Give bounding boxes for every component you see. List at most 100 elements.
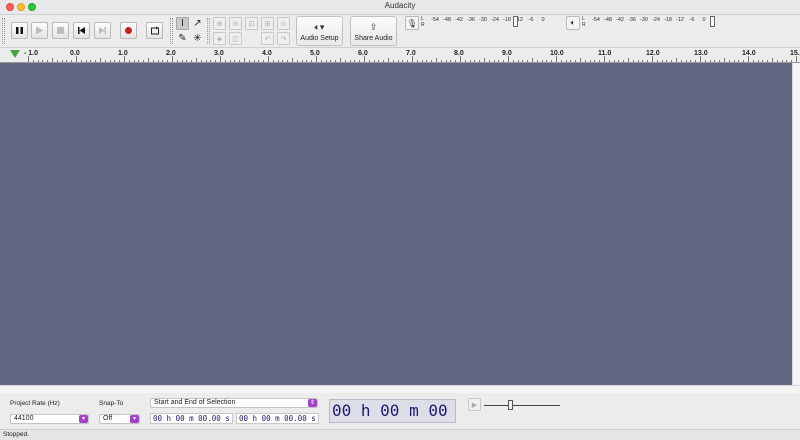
ruler-tick <box>378 60 380 62</box>
ruler-tick <box>532 58 533 62</box>
ruler-tick <box>172 56 173 62</box>
ruler-tick <box>340 58 341 62</box>
selection-end-time[interactable]: 00 h 00 m 00.00 s <box>236 413 319 424</box>
ruler-label: 15.0 <box>790 50 800 57</box>
ruler-tick <box>224 60 226 62</box>
undo-icon[interactable]: ↶ <box>261 32 274 45</box>
ruler-tick <box>541 60 543 62</box>
ruler-tick <box>786 60 788 62</box>
playback-meter-scale: -54 -48 -42 -36 -30 -24 -18 -12 -6 0 <box>590 17 710 23</box>
ruler-tick <box>306 60 308 62</box>
ruler-tick <box>460 56 461 62</box>
ruler-tick <box>743 60 745 62</box>
timeline-ruler[interactable]: - 1.0 0.0 1.0 2.0 3.0 4.0 5.0 6.0 7.0 8.0 9.0 10.0 1… <box>0 47 800 63</box>
ruler-tick <box>143 60 145 62</box>
ruler-tick <box>349 60 351 62</box>
pause-button[interactable] <box>11 22 28 39</box>
ruler-tick <box>618 60 620 62</box>
ruler-tick <box>311 60 313 62</box>
vertical-scrollbar[interactable] <box>792 63 800 385</box>
status-text: Stopped. <box>3 431 30 438</box>
ruler-tick <box>47 60 49 62</box>
skip-to-end-button[interactable] <box>94 22 111 39</box>
selection-mode-select[interactable]: Start and End of Selection ⇕ <box>150 398 318 408</box>
zoom-toggle-icon[interactable]: ⊙ <box>277 17 290 30</box>
speaker-icon[interactable]: 🔈︎ <box>566 16 580 30</box>
project-rate-label: Project Rate (Hz) <box>10 400 60 407</box>
audio-position-display[interactable]: 00 h 00 m 00 s <box>329 399 456 423</box>
meter-tick: -6 <box>528 17 534 23</box>
snap-to-label: Snap-To <box>99 400 124 407</box>
ruler-tick <box>762 60 764 62</box>
ruler-tick <box>796 56 797 62</box>
ruler-tick <box>330 60 332 62</box>
draw-tool-icon[interactable]: ✎ <box>176 32 189 45</box>
multi-tool-icon[interactable]: ✳ <box>191 32 204 45</box>
track-area[interactable] <box>0 63 792 385</box>
selection-start-time[interactable]: 00 h 00 m 00.00 s <box>150 413 233 424</box>
record-meter[interactable]: 🎙︎ L R -54 -48 -42 -36 -30 -24 -18 -12 -… <box>405 16 557 30</box>
ruler-tick <box>215 60 217 62</box>
ruler-tick <box>397 60 399 62</box>
record-meter-slider[interactable] <box>513 16 518 27</box>
ruler-tick <box>359 60 361 62</box>
dropdown-arrow-icon: ▾ <box>130 415 139 423</box>
play-at-speed-icon[interactable]: ▶ <box>468 398 481 411</box>
ruler-label: 7.0 <box>406 50 416 57</box>
ruler-label: 8.0 <box>454 50 464 57</box>
redo-icon[interactable]: ↷ <box>277 32 290 45</box>
play-button[interactable] <box>31 22 48 39</box>
ruler-tick <box>104 60 106 62</box>
project-rate-select[interactable]: 44100 ▾ <box>10 414 89 424</box>
skip-to-start-button[interactable] <box>73 22 90 39</box>
record-button[interactable] <box>120 22 137 39</box>
toolbar-grip[interactable] <box>207 18 210 44</box>
zoom-out-icon[interactable]: ⊖ <box>229 17 242 30</box>
play-head-icon[interactable] <box>10 50 20 58</box>
slider-thumb[interactable] <box>508 400 513 410</box>
ruler-tick <box>484 58 485 62</box>
microphone-icon[interactable]: 🎙︎ <box>405 16 419 30</box>
trim-icon[interactable]: ◈ <box>213 32 226 45</box>
ruler-label: 2.0 <box>166 50 176 57</box>
fit-selection-icon[interactable]: ⊡ <box>245 17 258 30</box>
title-bar: Audacity <box>0 0 800 15</box>
ruler-tick <box>565 60 567 62</box>
ruler-tick <box>196 58 197 62</box>
share-audio-label: Share Audio <box>354 35 393 42</box>
meter-tick: -30 <box>479 17 487 23</box>
silence-icon[interactable]: ◫ <box>229 32 242 45</box>
ruler-tick <box>570 60 572 62</box>
ruler-tick <box>220 56 221 62</box>
window-title: Audacity <box>384 1 416 10</box>
envelope-tool-icon[interactable]: ↗ <box>191 17 204 30</box>
share-audio-button[interactable]: ⇪ Share Audio <box>350 16 397 46</box>
loop-button[interactable] <box>146 22 163 39</box>
ruler-tick <box>498 60 500 62</box>
meter-tick: -42 <box>616 17 624 23</box>
horizontal-scrollbar[interactable] <box>0 385 800 393</box>
stop-button[interactable] <box>52 22 69 39</box>
fit-project-icon[interactable]: ⊞ <box>261 17 274 30</box>
audio-setup-button[interactable]: 🔈︎▾ Audio Setup <box>296 16 343 46</box>
ruler-tick <box>392 60 394 62</box>
selection-tool-icon[interactable]: I <box>176 17 189 30</box>
ruler-tick <box>436 58 437 62</box>
playback-speed-slider[interactable]: ▶ <box>466 397 566 411</box>
meter-tick: -48 <box>604 17 612 23</box>
ruler-tick <box>589 60 591 62</box>
playback-meter[interactable]: 🔈︎ L R -54 -48 -42 -36 -30 -24 -18 -12 -… <box>566 16 718 30</box>
meter-tick: -24 <box>652 17 660 23</box>
ruler-tick <box>124 56 125 62</box>
toolbar-grip[interactable] <box>2 18 5 44</box>
play-icon <box>36 26 44 35</box>
ruler-tick <box>320 60 322 62</box>
toolbar-grip[interactable] <box>170 18 173 44</box>
meter-tick: -6 <box>689 17 695 23</box>
playback-meter-slider[interactable] <box>710 16 715 27</box>
zoom-in-icon[interactable]: ⊕ <box>213 17 226 30</box>
meter-right-label: R <box>421 22 425 28</box>
ruler-tick <box>248 60 250 62</box>
snap-to-select[interactable]: Off ▾ <box>99 414 140 424</box>
skip-to-end-icon <box>99 27 106 34</box>
